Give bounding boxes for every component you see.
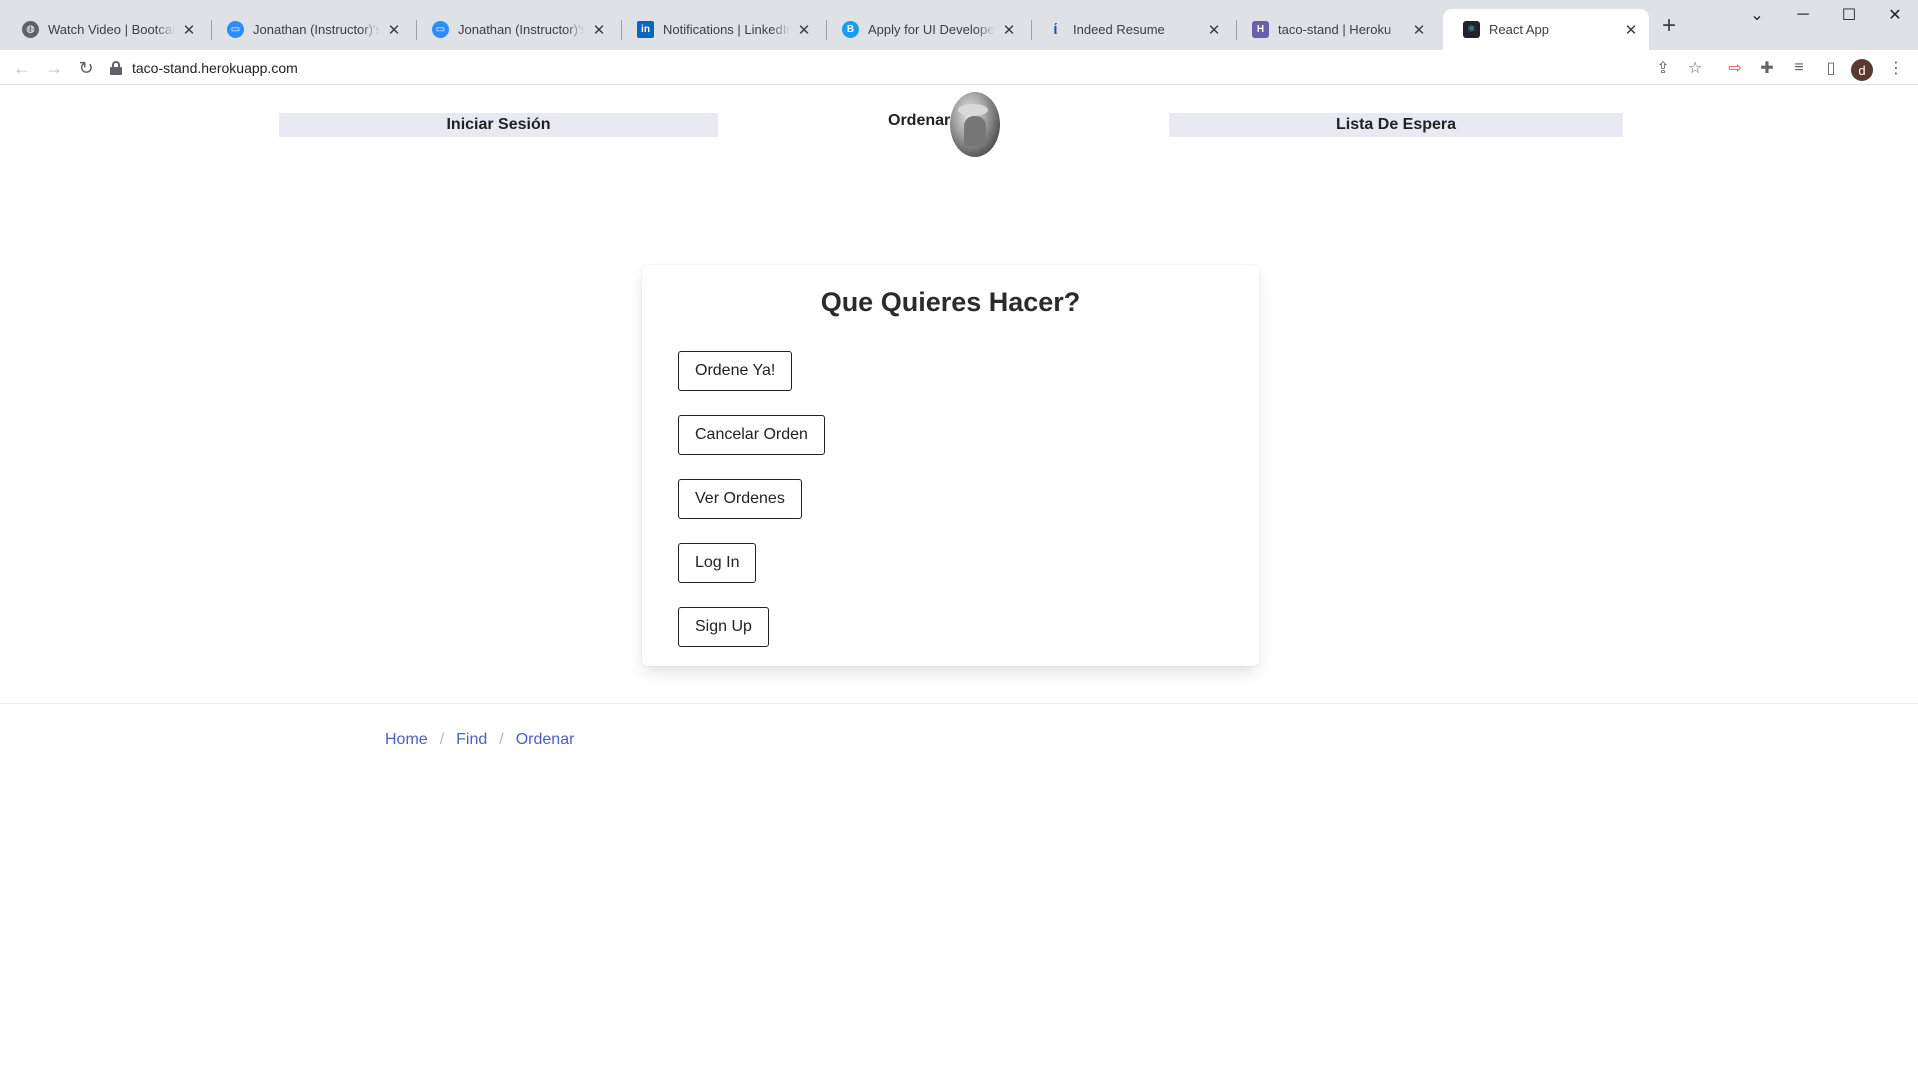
close-icon[interactable]: ✕ <box>1411 21 1427 39</box>
breadcrumb-ordenar-link[interactable]: Ordenar <box>516 731 575 749</box>
nav-brand-label[interactable]: Ordenar <box>888 112 950 130</box>
nav-waitlist-link[interactable]: Lista De Espera <box>1169 113 1623 137</box>
bookmark-star-icon[interactable]: ☆ <box>1681 54 1709 82</box>
bullhorn-icon: B <box>842 21 859 38</box>
tab-title: Jonathan (Instructor)'s Per <box>253 22 380 37</box>
maximize-button[interactable]: ☐ <box>1826 0 1872 30</box>
lock-icon <box>110 61 122 75</box>
tab-title: Apply for UI Developer (Er <box>868 22 995 37</box>
breadcrumb-find-link[interactable]: Find <box>456 731 487 749</box>
new-tab-button[interactable]: + <box>1655 13 1683 41</box>
minimize-button[interactable]: ─ <box>1780 0 1826 30</box>
breadcrumb-separator: / <box>499 731 504 748</box>
tab-search-button[interactable]: ⌄ <box>1734 0 1780 30</box>
close-icon[interactable]: ✕ <box>796 21 812 39</box>
tab-title: Jonathan (Instructor)'s Per <box>458 22 585 37</box>
window-close-button[interactable]: ✕ <box>1872 0 1918 30</box>
page-content: Iniciar Sesión Ordenar Lista De Espera Q… <box>0 86 1918 1080</box>
card-title: Que Quieres Hacer? <box>820 287 1081 317</box>
tab-title: Watch Video | Bootcamp S <box>48 22 175 37</box>
media-control-icon[interactable]: ≡ <box>1785 54 1813 82</box>
breadcrumb-separator: / <box>439 731 445 748</box>
browser-tab[interactable]: ί Indeed Resume ✕ <box>1027 9 1232 50</box>
side-panel-icon[interactable]: ▯ <box>1817 54 1845 82</box>
browser-tab[interactable]: in Notifications | LinkedIn ✕ <box>617 9 822 50</box>
globe-icon: ◍ <box>22 21 39 38</box>
forward-button[interactable]: → <box>40 54 68 82</box>
extension-icon[interactable]: ⇨ <box>1721 54 1749 82</box>
avatar[interactable]: d <box>1851 59 1873 81</box>
sign-up-button[interactable]: Sign Up <box>678 607 769 647</box>
browser-tab-active[interactable]: ⚛ React App ✕ <box>1443 9 1649 50</box>
browser-tabstrip: ◍ Watch Video | Bootcamp S ✕ ▭ Jonathan … <box>0 0 1918 50</box>
tab-title: taco-stand | Heroku <box>1278 22 1392 37</box>
browser-tab[interactable]: H taco-stand | Heroku ✕ <box>1232 9 1437 50</box>
address-bar[interactable]: taco-stand.herokuapp.com <box>110 52 1670 84</box>
browser-toolbar: ← → ↻ taco-stand.herokuapp.com ⇪ ☆ ⇨ ✚ ≡… <box>0 50 1918 85</box>
taco-stand-logo[interactable] <box>950 92 1000 157</box>
back-button[interactable]: ← <box>8 54 36 82</box>
indeed-icon: ί <box>1053 21 1058 38</box>
view-orders-button[interactable]: Ver Ordenes <box>678 479 802 519</box>
close-icon[interactable]: ✕ <box>591 21 607 39</box>
section-divider <box>0 703 1918 704</box>
browser-tab[interactable]: ▭ Jonathan (Instructor)'s Per ✕ <box>207 9 412 50</box>
close-icon[interactable]: ✕ <box>386 21 402 39</box>
cancel-order-button[interactable]: Cancelar Orden <box>678 415 825 455</box>
share-icon[interactable]: ⇪ <box>1649 54 1677 82</box>
zoom-icon: ▭ <box>432 21 449 38</box>
react-icon: ⚛ <box>1463 21 1480 38</box>
action-card: Que Quieres Hacer? Ordene Ya! Cancelar O… <box>642 265 1259 666</box>
reload-button[interactable]: ↻ <box>72 54 100 82</box>
zoom-icon: ▭ <box>227 21 244 38</box>
browser-tab[interactable]: ◍ Watch Video | Bootcamp S ✕ <box>2 9 207 50</box>
menu-kebab-icon[interactable]: ⋮ <box>1882 54 1910 82</box>
close-icon[interactable]: ✕ <box>1206 21 1222 39</box>
url-text: taco-stand.herokuapp.com <box>132 60 298 76</box>
log-in-button[interactable]: Log In <box>678 543 757 583</box>
heroku-icon: H <box>1252 21 1269 38</box>
linkedin-icon: in <box>637 21 654 38</box>
tab-title: Notifications | LinkedIn <box>663 22 790 37</box>
browser-tab[interactable]: ▭ Jonathan (Instructor)'s Per ✕ <box>412 9 617 50</box>
tab-title: React App <box>1489 22 1549 37</box>
breadcrumb-home-link[interactable]: Home <box>385 731 428 749</box>
tab-title: Indeed Resume <box>1073 22 1165 37</box>
order-now-button[interactable]: Ordene Ya! <box>678 351 793 391</box>
puzzle-icon[interactable]: ✚ <box>1753 54 1781 82</box>
browser-tab[interactable]: B Apply for UI Developer (Er ✕ <box>822 9 1027 50</box>
close-icon[interactable]: ✕ <box>181 21 197 39</box>
close-icon[interactable]: ✕ <box>1001 21 1017 39</box>
nav-login-link[interactable]: Iniciar Sesión <box>279 113 718 137</box>
breadcrumb: Home / Find / Ordenar <box>385 731 574 749</box>
close-icon[interactable]: ✕ <box>1623 21 1639 39</box>
